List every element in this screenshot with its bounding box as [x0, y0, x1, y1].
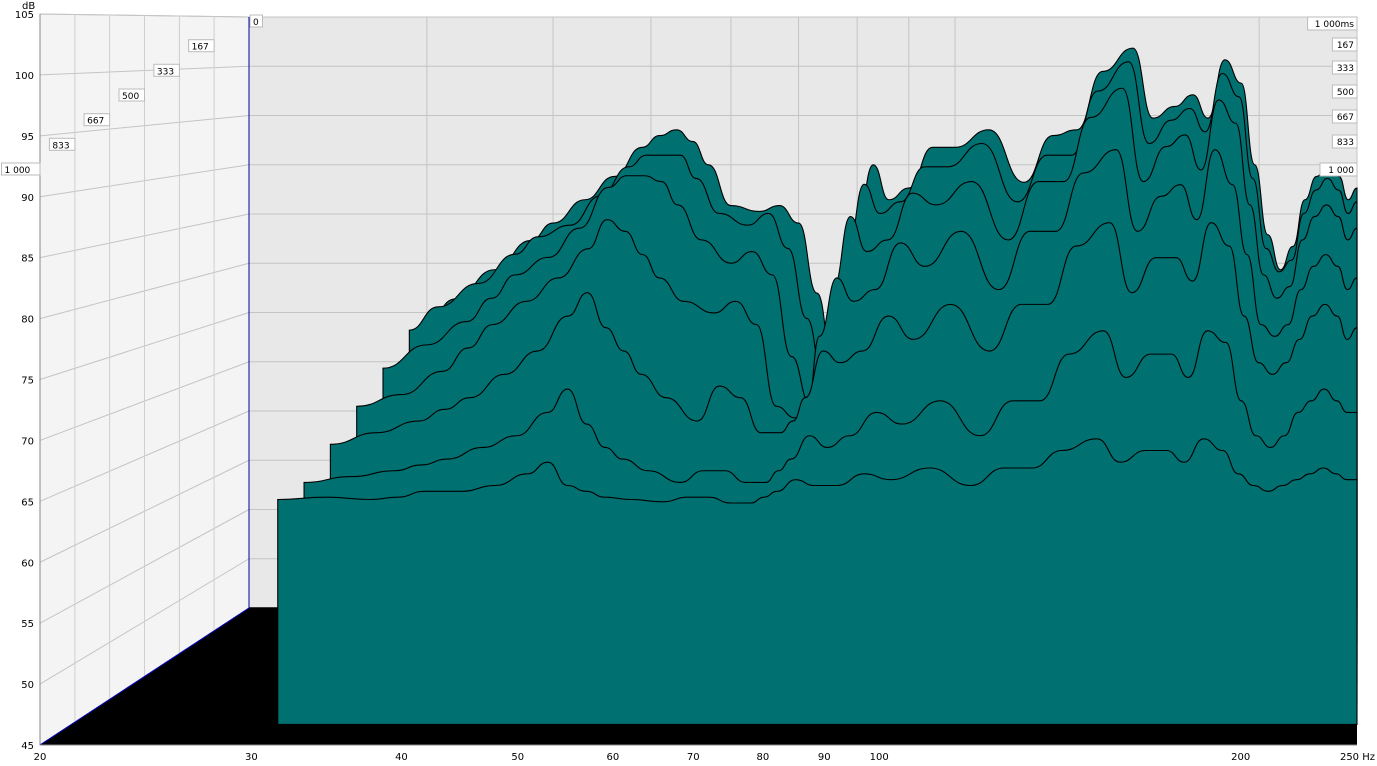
y-tick-label: 85 [21, 254, 34, 265]
y-tick-label: 65 [21, 497, 34, 508]
x-tick-label: 60 [606, 752, 619, 763]
time-tick-label-right: 1 000ms [1315, 20, 1355, 30]
time-tick-label-right: 333 [1337, 64, 1354, 74]
time-tick-label-right: 667 [1337, 113, 1354, 123]
x-tick-label: 250 Hz [1340, 752, 1375, 763]
y-tick-label: 75 [21, 376, 34, 387]
y-tick-label: 50 [21, 680, 34, 691]
y-tick-label: 90 [21, 193, 34, 204]
y-tick-label: 100 [15, 71, 34, 82]
x-tick-label: 100 [870, 752, 889, 763]
x-tick-label: 200 [1231, 752, 1250, 763]
x-tick-label: 70 [687, 752, 700, 763]
time-tick-label-right: 833 [1337, 138, 1354, 148]
y-tick-label: 60 [21, 558, 34, 569]
y-tick-label: 45 [21, 741, 34, 752]
x-tick-label: 90 [818, 752, 831, 763]
y-tick-label: 55 [21, 619, 34, 630]
time-tick-label-left: 0 [253, 18, 259, 28]
x-tick-label: 50 [511, 752, 524, 763]
waterfall-chart: 455055606570758085909510010520 30 40 50 60 70… [1, 1, 1375, 763]
time-tick-label-left: 667 [87, 117, 104, 127]
y-tick-label: 80 [21, 315, 34, 326]
time-tick-label-left: 167 [192, 43, 209, 53]
time-tick-label-left: 833 [52, 141, 69, 151]
y-tick-label: 95 [21, 132, 34, 143]
x-tick-label: 40 [395, 752, 408, 763]
x-tick-label: 30 [245, 752, 258, 763]
y-axis-label: dB [22, 1, 35, 12]
time-tick-label-left: 500 [122, 92, 139, 102]
y-tick-label: 70 [21, 436, 34, 447]
x-tick-label: 80 [756, 752, 769, 763]
time-tick-label-right: 1 000 [1328, 166, 1354, 176]
time-tick-label-right: 167 [1337, 41, 1354, 51]
x-tick-label: 20 [34, 752, 47, 763]
time-tick-label-left: 333 [157, 67, 174, 77]
time-tick-label-left: 1 000 [5, 166, 31, 176]
time-tick-label-right: 500 [1337, 88, 1354, 98]
